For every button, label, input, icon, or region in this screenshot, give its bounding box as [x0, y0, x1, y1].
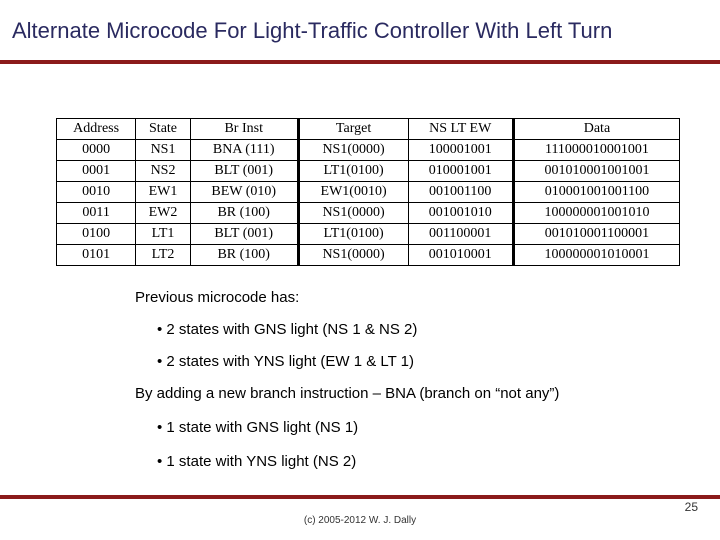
table-cell: BLT (001) — [190, 161, 298, 182]
table-cell: BR (100) — [190, 245, 298, 266]
slide: Alternate Microcode For Light-Traffic Co… — [0, 0, 720, 540]
new-bullet-yns: 1 state with YNS light (NS 2) — [135, 452, 697, 472]
microcode-table-wrap: Address State Br Inst Target NS LT EW Da… — [56, 118, 680, 266]
table-cell: 001100001 — [408, 224, 513, 245]
slide-title: Alternate Microcode For Light-Traffic Co… — [12, 18, 708, 44]
microcode-table: Address State Br Inst Target NS LT EW Da… — [56, 118, 680, 266]
table-cell: 010001001 — [408, 161, 513, 182]
table-cell: 0001 — [57, 161, 136, 182]
table-row: 0001NS2BLT (001)LT1(0100)010001001001010… — [57, 161, 680, 182]
bottom-rule — [0, 495, 720, 499]
col-nsltew: NS LT EW — [408, 119, 513, 140]
col-state: State — [136, 119, 191, 140]
table-cell: 111000010001001 — [513, 140, 679, 161]
table-cell: NS1(0000) — [298, 245, 408, 266]
table-cell: 100001001 — [408, 140, 513, 161]
col-brinst: Br Inst — [190, 119, 298, 140]
table-cell: NS1(0000) — [298, 140, 408, 161]
prev-intro: Previous microcode has: — [135, 288, 675, 308]
table-row: 0100LT1BLT (001)LT1(0100)001100001001010… — [57, 224, 680, 245]
table-cell: 0100 — [57, 224, 136, 245]
table-cell: 0000 — [57, 140, 136, 161]
table-row: 0010EW1BEW (010)EW1(0010)001001100010001… — [57, 182, 680, 203]
table-row: 0011EW2BR (100)NS1(0000)0010010101000000… — [57, 203, 680, 224]
new-bullet-gns: 1 state with GNS light (NS 1) — [135, 418, 697, 438]
table-header-row: Address State Br Inst Target NS LT EW Da… — [57, 119, 680, 140]
table-cell: 001010001100001 — [513, 224, 679, 245]
table-cell: NS1(0000) — [298, 203, 408, 224]
table-cell: BEW (010) — [190, 182, 298, 203]
title-rule — [0, 60, 720, 64]
table-cell: 100000001010001 — [513, 245, 679, 266]
table-cell: LT1(0100) — [298, 161, 408, 182]
table-cell: LT1(0100) — [298, 224, 408, 245]
page-number: 25 — [685, 500, 698, 514]
table-cell: BNA (111) — [190, 140, 298, 161]
table-cell: 001001010 — [408, 203, 513, 224]
table-cell: EW1 — [136, 182, 191, 203]
table-cell: EW2 — [136, 203, 191, 224]
col-data: Data — [513, 119, 679, 140]
table-cell: 0101 — [57, 245, 136, 266]
table-cell: 001010001 — [408, 245, 513, 266]
prev-bullet-gns: 2 states with GNS light (NS 1 & NS 2) — [135, 320, 697, 340]
table-cell: EW1(0010) — [298, 182, 408, 203]
col-address: Address — [57, 119, 136, 140]
table-cell: LT2 — [136, 245, 191, 266]
table-cell: 0010 — [57, 182, 136, 203]
table-row: 0000NS1BNA (111)NS1(0000)100001001111000… — [57, 140, 680, 161]
table-cell: 010001001001100 — [513, 182, 679, 203]
col-target: Target — [298, 119, 408, 140]
table-cell: 001001100 — [408, 182, 513, 203]
table-cell: BR (100) — [190, 203, 298, 224]
table-cell: NS2 — [136, 161, 191, 182]
table-cell: 0011 — [57, 203, 136, 224]
table-cell: BLT (001) — [190, 224, 298, 245]
bna-intro: By adding a new branch instruction – BNA… — [135, 384, 675, 404]
prev-bullet-yns: 2 states with YNS light (EW 1 & LT 1) — [135, 352, 697, 372]
table-cell: LT1 — [136, 224, 191, 245]
copyright: (c) 2005-2012 W. J. Dally — [0, 515, 720, 526]
table-row: 0101LT2BR (100)NS1(0000)0010100011000000… — [57, 245, 680, 266]
table-cell: 100000001001010 — [513, 203, 679, 224]
table-cell: NS1 — [136, 140, 191, 161]
table-cell: 001010001001001 — [513, 161, 679, 182]
